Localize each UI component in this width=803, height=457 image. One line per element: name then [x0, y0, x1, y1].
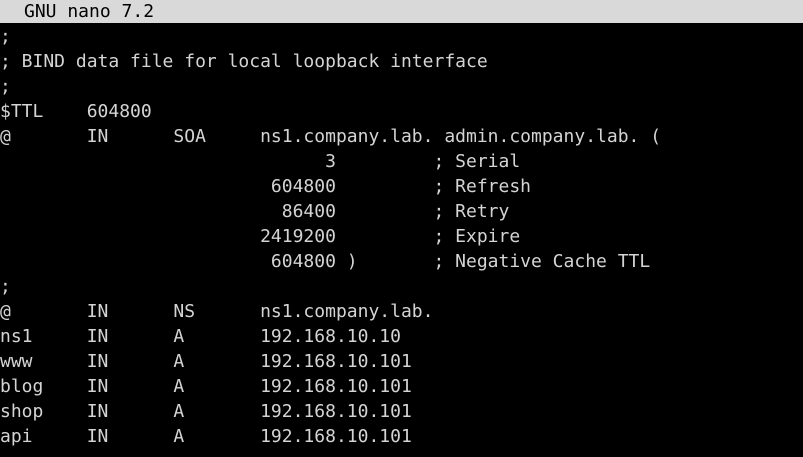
editor-line-14[interactable]: www IN A 192.168.10.101: [0, 349, 803, 374]
editor-line-13[interactable]: ns1 IN A 192.168.10.10: [0, 324, 803, 349]
editor-line-11[interactable]: ;: [0, 274, 803, 299]
nano-title-bar: GNU nano 7.2: [0, 0, 803, 23]
editor-line-4[interactable]: $TTL 604800: [0, 99, 803, 124]
editor-line-2[interactable]: ; BIND data file for local loopback inte…: [0, 49, 803, 74]
editor-line-15[interactable]: blog IN A 192.168.10.101: [0, 374, 803, 399]
editor-line-7[interactable]: 604800 ; Refresh: [0, 174, 803, 199]
editor-line-6[interactable]: 3 ; Serial: [0, 149, 803, 174]
app-title: GNU nano 7.2: [24, 1, 155, 22]
editor-line-3[interactable]: ;: [0, 74, 803, 99]
editor-line-9[interactable]: 2419200 ; Expire: [0, 224, 803, 249]
editor-line-10[interactable]: 604800 ) ; Negative Cache TTL: [0, 249, 803, 274]
editor-line-1[interactable]: ;: [0, 24, 803, 49]
editor-line-12[interactable]: @ IN NS ns1.company.lab.: [0, 299, 803, 324]
editor-line-16[interactable]: shop IN A 192.168.10.101: [0, 399, 803, 424]
editor-line-5[interactable]: @ IN SOA ns1.company.lab. admin.company.…: [0, 124, 803, 149]
editor-line-17[interactable]: api IN A 192.168.10.101: [0, 424, 803, 449]
editor-line-8[interactable]: 86400 ; Retry: [0, 199, 803, 224]
editor-text-area[interactable]: ; ; BIND data file for local loopback in…: [0, 24, 803, 457]
